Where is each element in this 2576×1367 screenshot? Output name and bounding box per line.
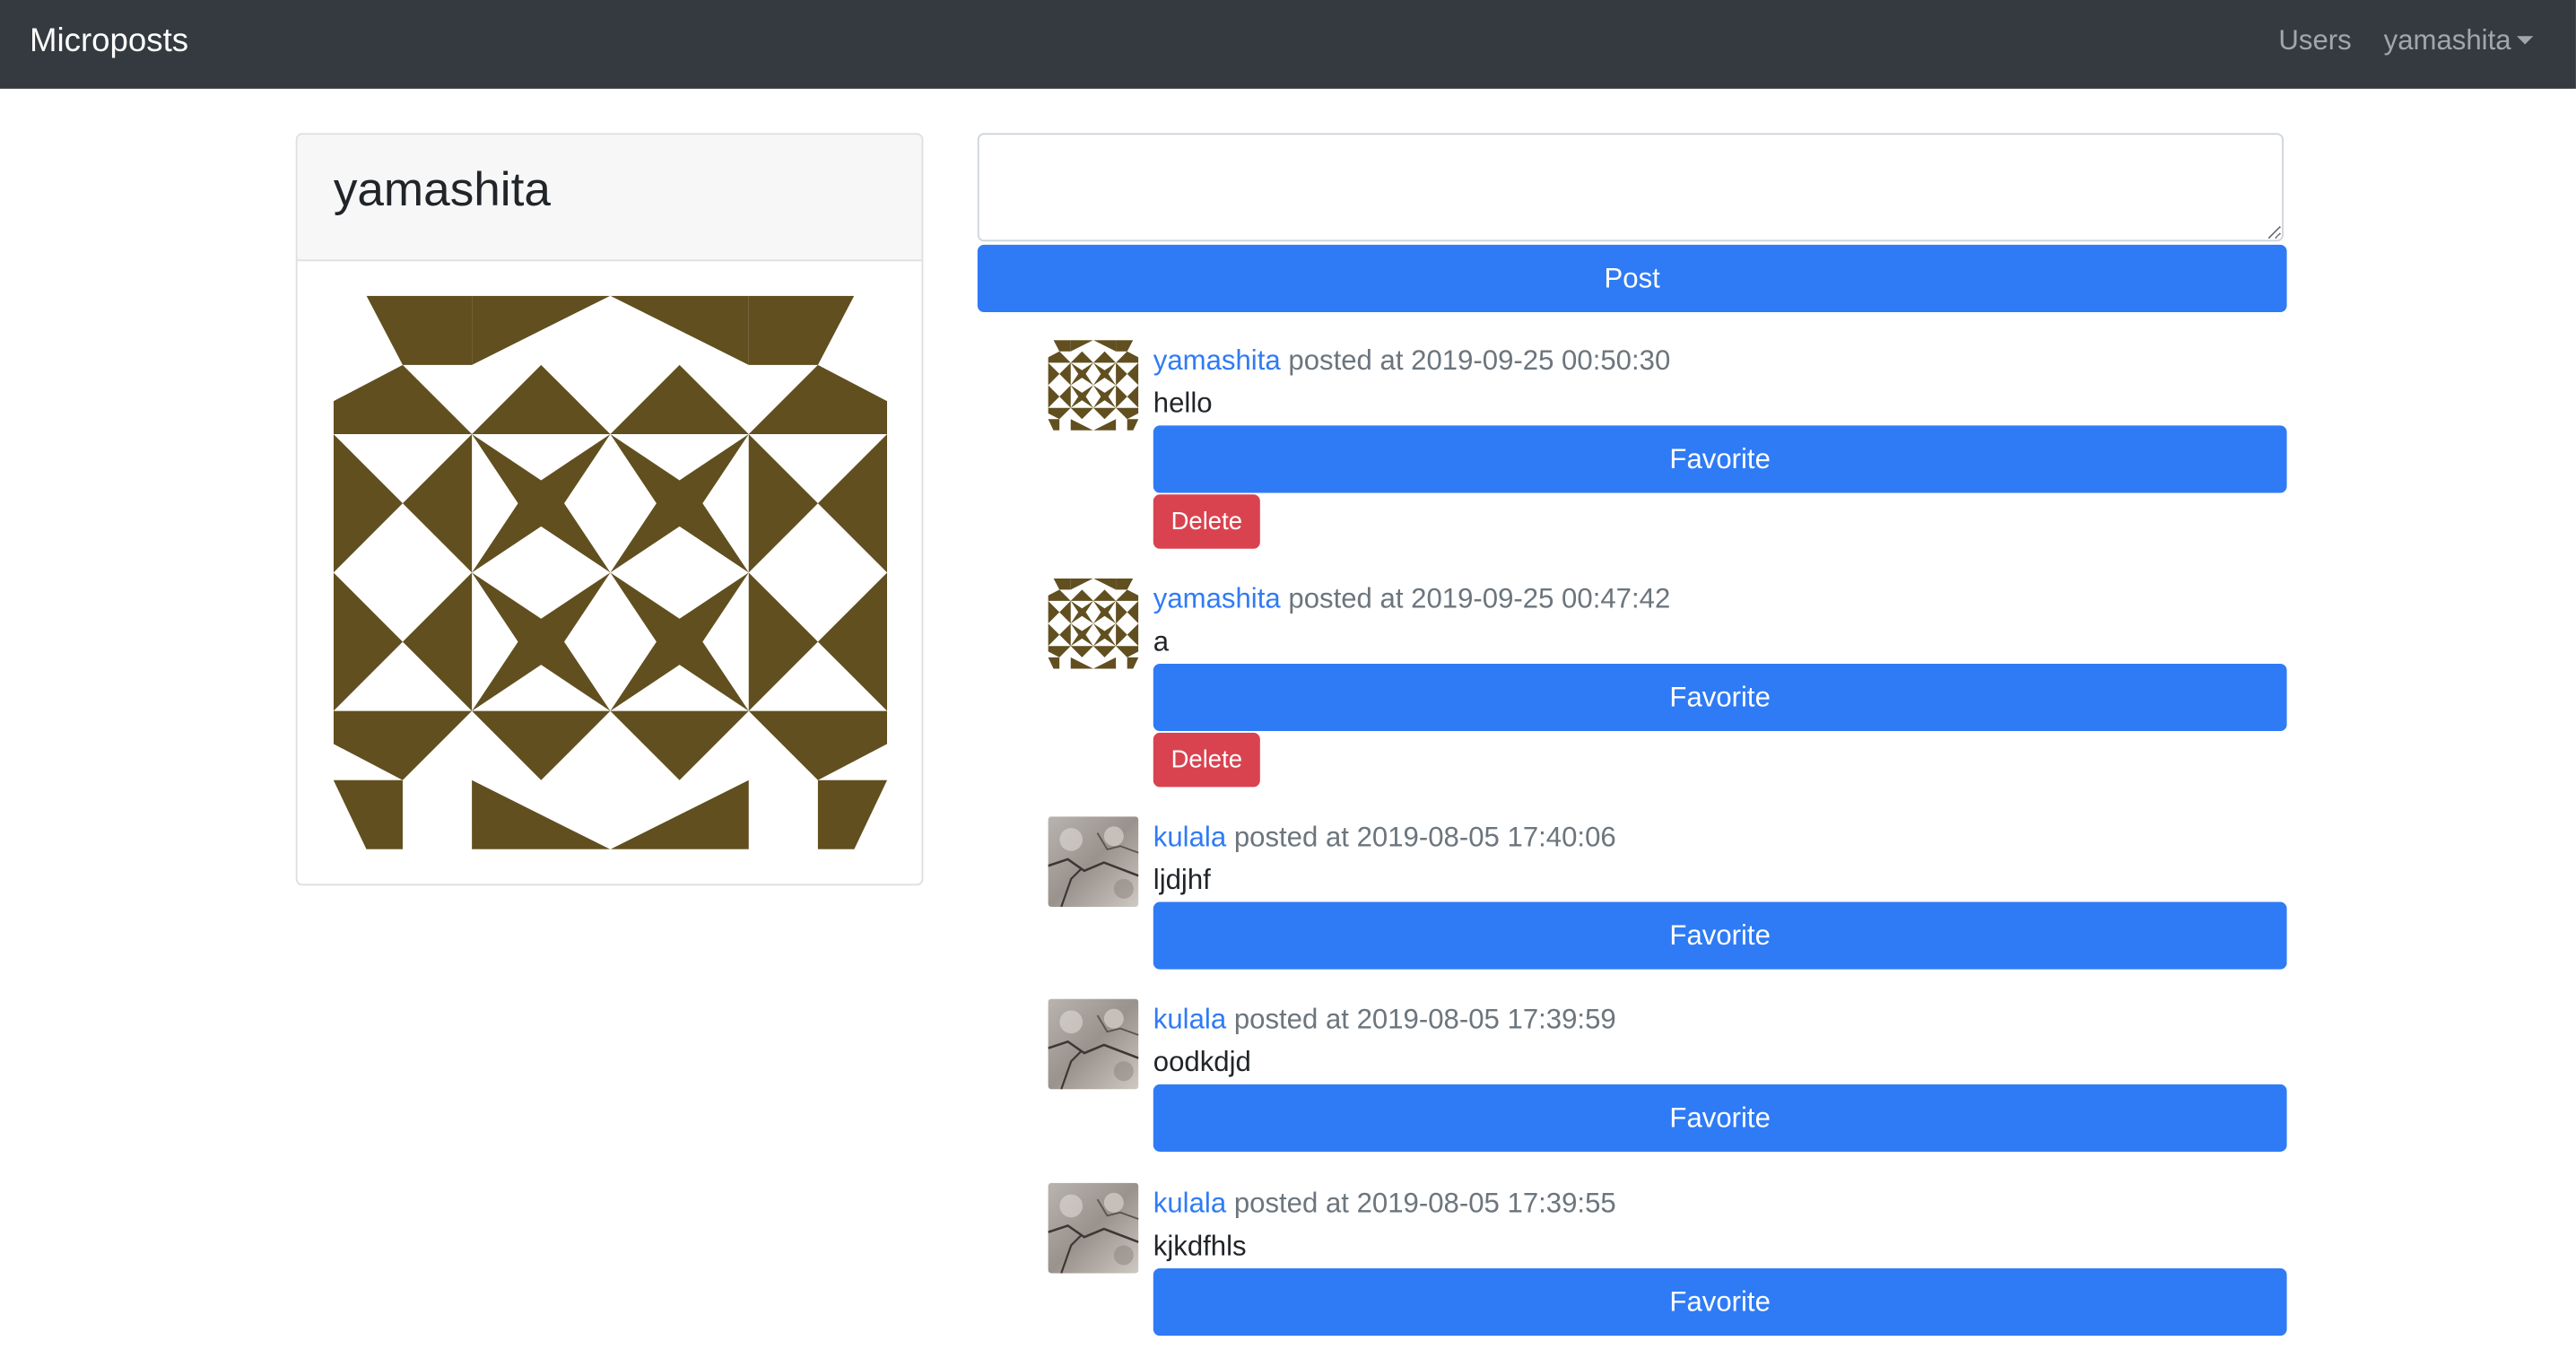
favorite-button[interactable]: Favorite (1153, 901, 2287, 970)
user-avatar-image (1049, 579, 1139, 669)
profile-card-header: yamashita (297, 135, 922, 262)
post-author-link[interactable]: kulala (1153, 822, 1226, 853)
micropost-textarea[interactable] (977, 133, 2284, 242)
post-meta: kulala posted at 2019-08-05 17:40:06 (1153, 820, 1616, 856)
post-author-link[interactable]: kulala (1153, 1004, 1226, 1035)
post-timestamp: posted at 2019-09-25 00:50:30 (1288, 344, 1671, 377)
favorite-button[interactable]: Favorite (1153, 1267, 2287, 1337)
user-avatar-image (1049, 1183, 1139, 1274)
post-author-link[interactable]: yamashita (1153, 583, 1281, 614)
favorite-button[interactable]: Favorite (1153, 425, 2287, 493)
post-author-link[interactable]: kulala (1153, 1188, 1226, 1219)
brand-link[interactable]: Microposts (30, 20, 188, 63)
user-menu-label: yamashita (2383, 24, 2511, 57)
profile-name: yamashita (333, 164, 551, 217)
post-timestamp: posted at 2019-09-25 00:47:42 (1288, 583, 1671, 615)
post-content: hello (1153, 387, 1213, 420)
favorite-button[interactable]: Favorite (1153, 1084, 2287, 1152)
caret-down-icon (2517, 36, 2535, 45)
post-meta: kulala posted at 2019-08-05 17:39:55 (1153, 1186, 1616, 1222)
post-timestamp: posted at 2019-08-05 17:39:55 (1233, 1188, 1616, 1220)
post-content: kjkdfhls (1153, 1230, 1247, 1262)
post-meta: yamashita posted at 2019-09-25 00:50:30 (1153, 344, 1670, 379)
post-timestamp: posted at 2019-08-05 17:39:59 (1233, 1004, 1616, 1035)
delete-button[interactable]: Delete (1153, 732, 1260, 788)
profile-card: yamashita (295, 133, 924, 886)
post-timestamp: posted at 2019-08-05 17:40:06 (1233, 821, 1616, 853)
user-menu-dropdown[interactable]: yamashita (2384, 23, 2535, 59)
profile-identicon-image (334, 296, 887, 849)
post-meta: kulala posted at 2019-08-05 17:39:59 (1153, 1002, 1616, 1038)
post-content: ljdjhf (1153, 864, 1211, 896)
navbar: Microposts Users yamashita (0, 0, 2576, 89)
delete-button[interactable]: Delete (1153, 494, 1260, 549)
favorite-button[interactable]: Favorite (1153, 663, 2287, 732)
post-content: oodkdjd (1153, 1046, 1251, 1078)
post-author-link[interactable]: yamashita (1153, 345, 1281, 377)
user-avatar-image (1049, 340, 1139, 431)
users-link[interactable]: Users (2278, 23, 2351, 59)
post-content: a (1153, 625, 1170, 657)
post-button[interactable]: Post (977, 244, 2287, 313)
user-avatar-image (1049, 816, 1139, 907)
post-meta: yamashita posted at 2019-09-25 00:47:42 (1153, 581, 1670, 617)
user-avatar-image (1049, 999, 1139, 1090)
